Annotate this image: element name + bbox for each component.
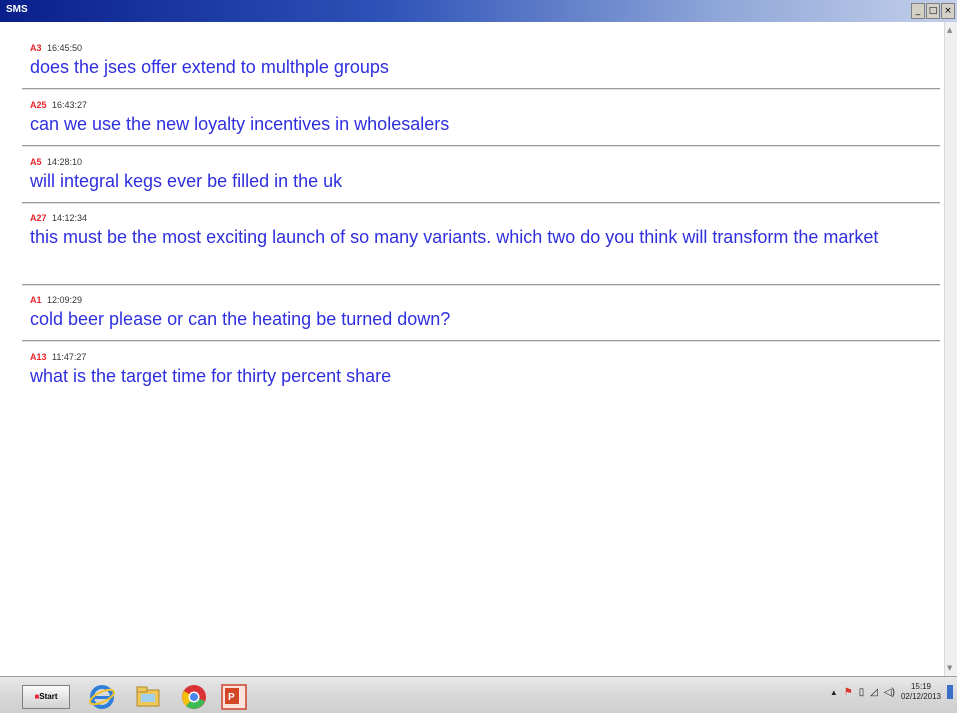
vertical-scrollbar[interactable]: ▲ ▼: [944, 22, 957, 676]
message-text: cold beer please or can the heating be t…: [30, 309, 451, 329]
message-item: A1 12:09:29 cold beer please or can the …: [30, 295, 940, 332]
action-center-icon[interactable]: ⚑: [844, 687, 853, 698]
message-time: 14:28:10: [47, 157, 83, 167]
message-divider: [22, 88, 940, 90]
message-text: can we use the new loyalty incentives in…: [30, 114, 450, 134]
message-meta: A25 16:43:27: [30, 100, 940, 111]
message-meta: A3 16:45:50: [30, 43, 940, 54]
sms-window: SMS _ □ × A3 16:45:50 does the jses offe…: [0, 0, 957, 676]
message-text: what is the target time for thirty perce…: [30, 366, 392, 386]
title-bar[interactable]: SMS _ □ ×: [0, 0, 957, 22]
message-time: 11:47:27: [52, 352, 87, 362]
show-desktop-button[interactable]: [947, 685, 953, 699]
clock-time: 15:19: [910, 682, 931, 691]
device-icon[interactable]: ▯: [859, 687, 865, 698]
close-button[interactable]: ×: [941, 3, 955, 19]
window-controls: _ □ ×: [911, 3, 955, 19]
file-explorer-icon[interactable]: [134, 683, 162, 711]
message-meta: A27 14:12:34: [30, 213, 940, 224]
message-meta: A1 12:09:29: [30, 295, 940, 306]
message-divider: [22, 340, 940, 342]
start-label: Start: [39, 692, 58, 701]
taskbar: ■Start P ▲ ⚑ ▯ ◿ ◁) 15:19 02/12/2013: [0, 676, 957, 713]
message-sender: A25: [30, 100, 47, 110]
message-item: A3 16:45:50 does the jses offer extend t…: [30, 43, 940, 80]
message-sender: A5: [30, 157, 42, 167]
message-time: 12:09:29: [47, 295, 83, 305]
message-item: A13 11:47:27 what is the target time for…: [30, 352, 940, 389]
message-meta: A5 14:28:10: [30, 157, 940, 168]
message-sender: A3: [30, 43, 42, 53]
message-time: 14:12:34: [52, 213, 88, 223]
message-sender: A13: [30, 352, 47, 362]
message-item: A27 14:12:34 this must be the most excit…: [30, 213, 940, 250]
message-list: A3 16:45:50 does the jses offer extend t…: [0, 22, 945, 676]
start-button[interactable]: ■Start: [22, 685, 70, 709]
maximize-button[interactable]: □: [926, 3, 940, 19]
svg-text:P: P: [228, 692, 235, 703]
message-divider: [22, 145, 940, 147]
message-time: 16:43:27: [52, 100, 88, 110]
volume-icon[interactable]: ◁): [884, 687, 895, 698]
clock-date: 02/12/2013: [900, 692, 941, 701]
message-text: will integral kegs ever be filled in the…: [30, 171, 343, 191]
message-sender: A1: [30, 295, 42, 305]
scroll-up-icon[interactable]: ▲: [947, 26, 952, 34]
message-time: 16:45:50: [47, 43, 83, 53]
chrome-icon[interactable]: [180, 683, 208, 711]
message-item: A5 14:28:10 will integral kegs ever be f…: [30, 157, 940, 194]
powerpoint-icon[interactable]: P: [220, 683, 248, 711]
internet-explorer-icon[interactable]: [88, 683, 116, 711]
clock[interactable]: 15:19 02/12/2013: [901, 682, 941, 702]
scroll-down-icon[interactable]: ▼: [947, 664, 952, 672]
minimize-button[interactable]: _: [911, 3, 925, 19]
window-title: SMS: [6, 4, 28, 15]
network-icon[interactable]: ◿: [870, 687, 878, 698]
message-text: this must be the most exciting launch of…: [30, 227, 879, 247]
message-meta: A13 11:47:27: [30, 352, 940, 363]
message-divider: [22, 202, 940, 204]
message-text: does the jses offer extend to multhple g…: [30, 57, 389, 77]
message-item: A25 16:43:27 can we use the new loyalty …: [30, 100, 940, 137]
message-sender: A27: [30, 213, 47, 223]
system-tray: ▲ ⚑ ▯ ◿ ◁) 15:19 02/12/2013: [830, 682, 953, 702]
message-divider: [22, 284, 940, 286]
tray-expand-icon[interactable]: ▲: [830, 688, 838, 697]
